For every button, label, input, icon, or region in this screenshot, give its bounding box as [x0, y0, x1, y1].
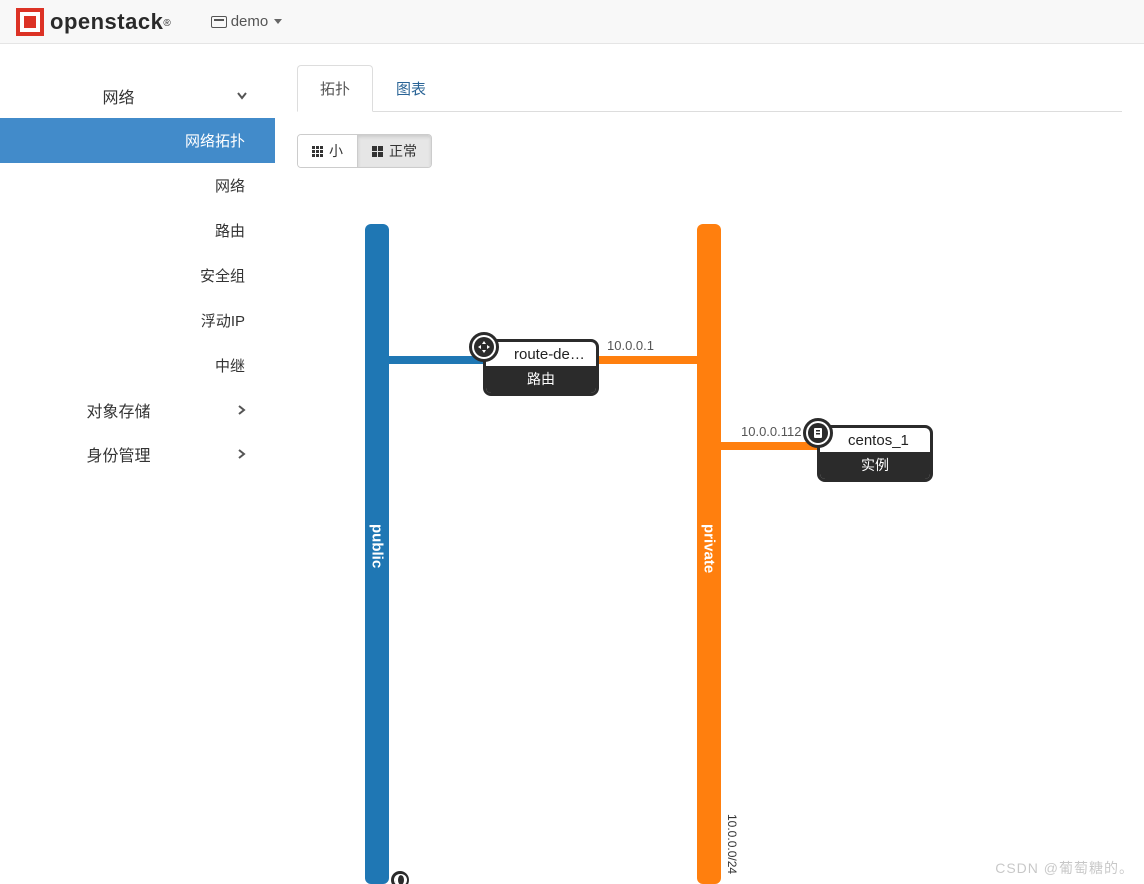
network-bar-public[interactable]: public [365, 224, 389, 884]
sidebar-group-label: 身份管理 [0, 442, 237, 466]
sidebar-item-floating-ips[interactable]: 浮动IP [0, 298, 275, 343]
link-instance-private [721, 442, 817, 450]
caret-down-icon [274, 19, 282, 24]
router-type-label: 路由 [486, 366, 596, 393]
project-icon [211, 16, 227, 28]
router-glyph-icon [474, 337, 494, 357]
sidebar-item-security-groups[interactable]: 安全组 [0, 253, 275, 298]
registered-mark: ® [163, 18, 170, 29]
link-router-private [587, 356, 697, 364]
grid-large-icon [372, 146, 383, 157]
network-label-public: public [369, 524, 386, 568]
router-icon [469, 332, 499, 362]
sidebar-item-network-topology[interactable]: 网络拓扑 [0, 118, 275, 163]
router-node[interactable]: route-dem.. 路由 [483, 339, 599, 396]
tab-graph[interactable]: 图表 [373, 65, 449, 112]
network-cidr-private: 10.0.0.0/24 [725, 814, 739, 874]
instance-name: centos_1 [820, 428, 930, 452]
brand-text: openstack [50, 9, 163, 35]
grid-small-icon [312, 146, 323, 157]
sidebar-item-trunks[interactable]: 中继 [0, 343, 275, 388]
instance-type-label: 实例 [820, 452, 930, 479]
network-label-private: private [701, 524, 718, 573]
instance-node[interactable]: centos_1 实例 [817, 425, 933, 482]
instance-icon [803, 418, 833, 448]
project-name: demo [231, 13, 269, 30]
server-glyph-icon [808, 423, 828, 443]
sidebar-group-identity[interactable]: 身份管理 [0, 432, 275, 476]
sidebar-group-label: 对象存储 [0, 398, 237, 422]
watermark: CSDN @葡萄糖的。 [995, 858, 1134, 878]
openstack-logo-icon [16, 8, 44, 36]
brand-logo[interactable]: openstack® [16, 8, 171, 36]
chevron-right-icon [237, 405, 247, 415]
project-switcher[interactable]: demo [211, 13, 283, 30]
sidebar-item-networks[interactable]: 网络 [0, 163, 275, 208]
size-normal-button[interactable]: 正常 [357, 135, 431, 167]
chevron-down-icon [237, 91, 247, 101]
size-normal-label: 正常 [389, 141, 417, 161]
tab-topology[interactable]: 拓扑 [297, 65, 373, 112]
chevron-right-icon [237, 449, 247, 459]
sidebar: 网络 网络拓扑 网络 路由 安全组 浮动IP 中继 对象存储 身份管理 [0, 44, 275, 884]
sidebar-item-routers[interactable]: 路由 [0, 208, 275, 253]
top-navbar: openstack® demo [0, 0, 1144, 44]
sidebar-group-label: 网络 [0, 84, 237, 108]
router-ip-private: 10.0.0.1 [607, 338, 654, 353]
instance-ip-private: 10.0.0.112 [741, 424, 801, 439]
network-bar-private[interactable]: private [697, 224, 721, 884]
sidebar-group-object-storage[interactable]: 对象存储 [0, 388, 275, 432]
router-name: route-dem.. [486, 342, 596, 366]
sidebar-group-network[interactable]: 网络 [0, 74, 275, 118]
external-globe-icon [391, 871, 409, 884]
topology-canvas[interactable]: public private 10.0.0.0/24 10.0.0.1 rout… [297, 184, 1144, 884]
size-small-label: 小 [329, 141, 343, 161]
sidebar-subnav-network: 网络拓扑 网络 路由 安全组 浮动IP 中继 [0, 118, 275, 388]
tabs: 拓扑 图表 [297, 64, 1122, 112]
size-switch: 小 正常 [297, 134, 432, 168]
main-content: 拓扑 图表 小 正常 public private 10.0.0.0/24 [275, 44, 1144, 884]
size-small-button[interactable]: 小 [298, 135, 357, 167]
